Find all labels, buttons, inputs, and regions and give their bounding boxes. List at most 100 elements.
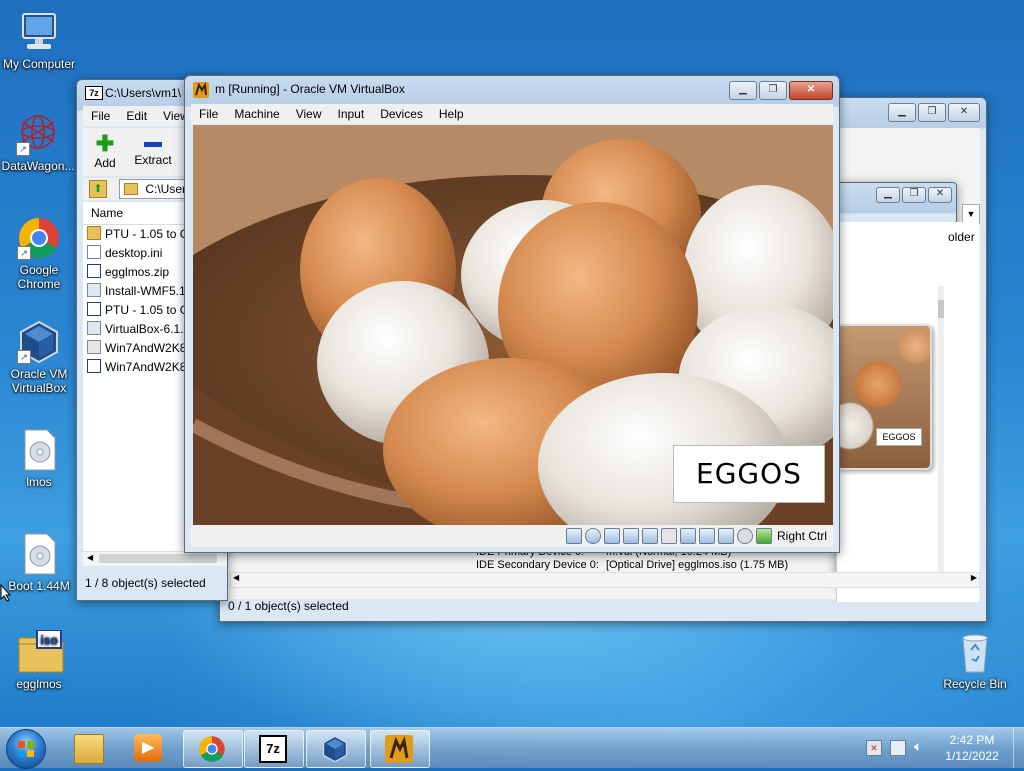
zip-file-icon (87, 264, 101, 278)
desktop-icon-virtualbox[interactable]: ↗ Oracle VM VirtualBox (1, 320, 77, 395)
disc-image-icon (17, 532, 61, 576)
desktop-icon-chrome[interactable]: ↗ Google Chrome (1, 216, 77, 291)
taskbar-chrome[interactable] (183, 730, 243, 768)
close-button[interactable]: ✕ (948, 103, 980, 122)
plus-icon: ✚ (95, 131, 115, 156)
volume-icon[interactable]: 🔈︎ (914, 738, 922, 755)
disc-image-icon (17, 428, 61, 472)
vm-preview-thumbnail: EGGOS (836, 324, 932, 470)
taskbar-explorer[interactable] (60, 730, 118, 766)
virtualbox-icon (322, 735, 348, 763)
network-icon[interactable] (890, 740, 906, 756)
optical-drive-icon[interactable] (584, 528, 601, 544)
msu-file-icon (87, 340, 101, 354)
show-desktop-button[interactable] (1013, 728, 1024, 768)
media-player-icon: ▶ (134, 734, 162, 762)
usb-icon[interactable] (641, 528, 658, 544)
cpu-icon[interactable] (717, 528, 734, 544)
up-folder-icon[interactable]: ⬆ (89, 180, 107, 198)
desktop-icon-label: Google Chrome (17, 263, 61, 291)
maximize-button[interactable]: ❐ (918, 103, 946, 122)
menu-devices[interactable]: Devices (372, 107, 431, 121)
scroll-left-arrow-icon[interactable]: ◀ (233, 573, 239, 582)
minimize-button[interactable]: ▁ (876, 187, 900, 203)
detail-secondary-value: [Optical Drive] egglmos.iso (1.75 MB) (606, 559, 789, 571)
start-button[interactable] (6, 729, 46, 769)
recycle-bin-icon (953, 630, 997, 674)
mouse-cursor-icon (0, 583, 12, 605)
virtualbox-vm-window[interactable]: m [Running] - Oracle VM VirtualBox ▁ ❐ ✕… (184, 75, 840, 553)
datawagon-icon: ↗ (16, 112, 60, 156)
host-key-label: Right Ctrl (776, 529, 827, 543)
close-button[interactable]: ✕ (928, 187, 952, 203)
maximize-button[interactable]: ❐ (902, 187, 926, 203)
menu-edit[interactable]: Edit (118, 109, 155, 123)
vm-status-bar: Right Ctrl (191, 525, 833, 547)
sevenzip-status-bar: 1 / 8 object(s) selected (85, 576, 206, 590)
mouse-integration-icon[interactable] (736, 528, 753, 544)
7zip-icon: 7z (259, 735, 287, 763)
preview-eggos-label: EGGOS (876, 428, 922, 446)
vm-guest-display[interactable]: EGGOS (193, 125, 833, 525)
folder-icon (74, 734, 104, 764)
network-warning-icon[interactable]: ✕ (866, 740, 882, 756)
desktop-icon-my-computer[interactable]: My Computer (1, 10, 77, 71)
horizontal-scrollbar[interactable]: ◀ ▶ (230, 572, 980, 588)
video-capture-icon[interactable] (698, 528, 715, 544)
desktop-icon-label: Boot 1.44M (8, 579, 70, 593)
computer-icon (17, 10, 61, 54)
desktop-icon-lmos[interactable]: lmos (1, 428, 77, 489)
dropdown-arrow-icon[interactable]: ▼ (962, 204, 980, 224)
desktop-icon-label: lmos (26, 475, 52, 489)
menu-input[interactable]: Input (330, 107, 373, 121)
desktop-icon-egglmos[interactable]: iso egglmos (1, 629, 77, 691)
network-icon[interactable] (622, 528, 639, 544)
windows-logo-icon (18, 741, 34, 757)
zip-file-icon (87, 359, 101, 373)
keyboard-capture-icon[interactable] (755, 528, 772, 544)
taskbar-media-player[interactable]: ▶ (120, 730, 178, 766)
gear-file-icon (87, 245, 101, 259)
audio-icon[interactable] (603, 528, 620, 544)
desktop-icon-recycle-bin[interactable]: Recycle Bin (937, 630, 1013, 691)
add-button[interactable]: ✚ Add (83, 131, 127, 171)
hard-disk-icon[interactable] (565, 528, 582, 544)
vm-titlebar[interactable]: m [Running] - Oracle VM VirtualBox ▁ ❐ ✕ (185, 76, 839, 102)
menu-file[interactable]: File (191, 107, 226, 121)
folder-icon (87, 226, 101, 240)
detail-secondary-label: IDE Secondary Device 0: (476, 559, 599, 571)
clock[interactable]: 2:42 PM 1/12/2022 (930, 732, 1014, 764)
minimize-button[interactable]: ▁ (888, 103, 916, 122)
shared-folders-icon[interactable] (660, 528, 677, 544)
chrome-icon (199, 736, 225, 762)
taskbar-virtualbox-manager[interactable] (306, 730, 366, 768)
minus-icon (144, 142, 162, 147)
taskbar-vm-window[interactable] (370, 730, 430, 768)
display-icon[interactable] (679, 528, 696, 544)
minimize-button[interactable]: ▁ (729, 81, 757, 100)
iso-folder-icon: iso (17, 629, 64, 674)
scroll-left-arrow-icon[interactable]: ◀ (87, 553, 93, 562)
taskbar-7zip[interactable]: 7z (244, 730, 304, 768)
desktop-icon-datawagon[interactable]: ↗ DataWagon... (0, 112, 76, 173)
maximize-button[interactable]: ❐ (759, 81, 787, 100)
close-button[interactable]: ✕ (789, 81, 833, 100)
desktop-icon-label: Recycle Bin (943, 677, 1007, 691)
shortcut-arrow-icon: ↗ (16, 142, 30, 156)
horizontal-scrollbar[interactable]: ◀ (83, 551, 227, 566)
extract-button[interactable]: Extract (127, 132, 179, 167)
7zip-icon: 7z (85, 86, 103, 100)
menu-help[interactable]: Help (431, 107, 472, 121)
vm-os-icon (385, 735, 413, 763)
scroll-right-arrow-icon[interactable]: ▶ (971, 573, 977, 582)
menu-machine[interactable]: Machine (226, 107, 287, 121)
chrome-icon: ↗ (17, 216, 61, 260)
shortcut-arrow-icon: ↗ (17, 350, 31, 364)
taskbar: ▶ 7z ✕ 🔈︎ 2:42 PM 1/12/2022 (0, 727, 1024, 769)
vm-menubar: File Machine View Input Devices Help (191, 104, 833, 124)
clock-date: 1/12/2022 (945, 749, 999, 763)
desktop-icon-boot[interactable]: Boot 1.44M (1, 532, 77, 593)
vertical-scrollbar[interactable] (938, 286, 944, 586)
menu-file[interactable]: File (83, 109, 118, 123)
menu-view[interactable]: View (288, 107, 330, 121)
